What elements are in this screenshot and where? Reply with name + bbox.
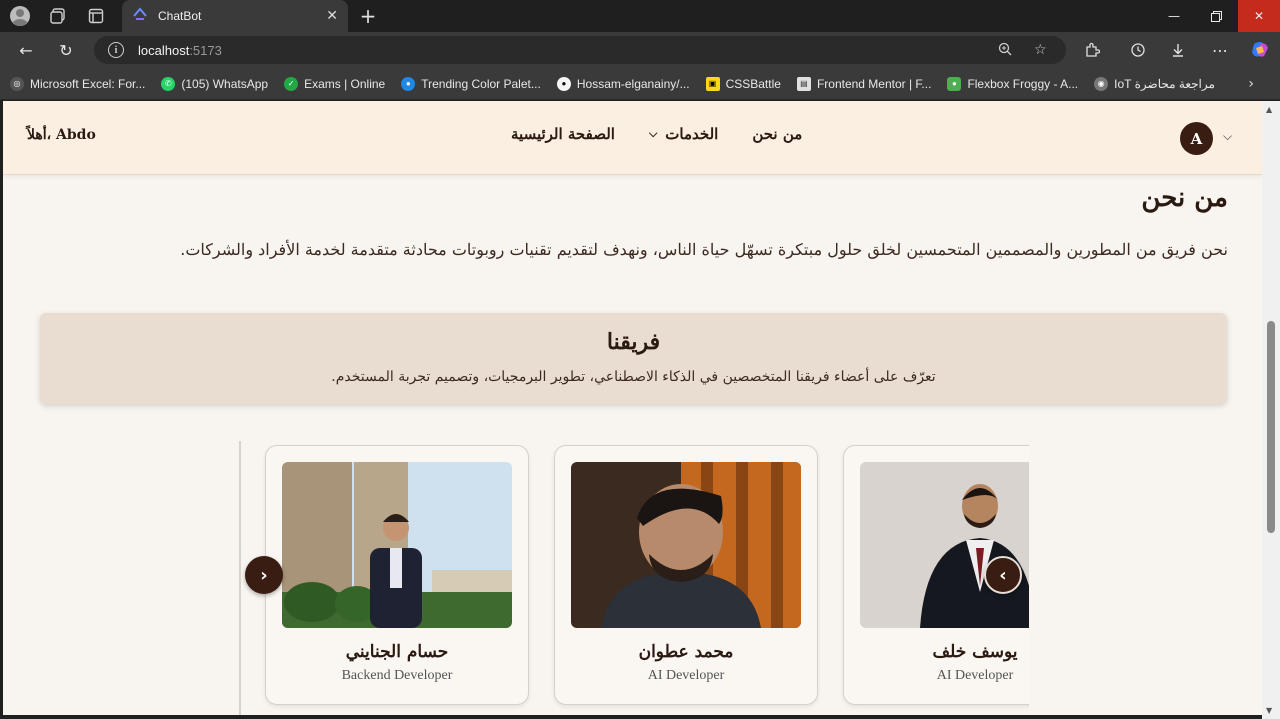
cssbattle-icon: ▣ (705, 76, 720, 91)
url-input[interactable]: i localhost :5173 ☆ (94, 36, 1066, 64)
scroll-down-icon[interactable]: ▼ (1266, 706, 1272, 715)
tab-title: ChatBot (158, 9, 202, 23)
user-greeting: أهلاً، Abdo (27, 127, 96, 143)
team-member-card[interactable]: حسام الجنايني Backend Developer (265, 445, 529, 705)
zoom-icon[interactable] (998, 42, 1012, 60)
address-bar: ← ↻ i localhost :5173 ☆ ⋯ (0, 32, 1280, 68)
more-options-icon[interactable]: ⋯ (1208, 38, 1232, 62)
member-photo (282, 462, 512, 628)
member-photo (571, 462, 801, 628)
restore-icon[interactable] (1194, 0, 1238, 32)
chevron-right-icon: › (260, 564, 268, 586)
nav-services-label: الخدمات (665, 125, 719, 143)
globe-icon: ◎ (10, 76, 24, 91)
reload-icon[interactable]: ↻ (54, 38, 78, 62)
downloads-icon[interactable] (1166, 38, 1190, 62)
document-icon: ◉ (1094, 76, 1109, 91)
team-banner: فريقنا تعرّف على أعضاء فريقنا المتخصصين … (40, 313, 1227, 404)
main-nav: من نحن الخدمات ⌵ الصفحة الرئيسية (511, 125, 802, 143)
tab-chatbot[interactable]: ChatBot ✕ (122, 0, 348, 32)
bookmarks-bar: ◎ Microsoft Excel: For... ✆ (105) WhatsApp… (0, 68, 1280, 100)
back-icon[interactable]: ← (14, 38, 38, 62)
check-icon: ✓ (284, 76, 299, 91)
workspaces-icon[interactable] (46, 4, 70, 28)
bookmark-item[interactable]: ◉ IoT مراجعة محاضرة (1094, 76, 1215, 91)
chevron-down-icon[interactable]: ⌵ (1223, 129, 1232, 144)
url-host: localhost (138, 42, 190, 58)
history-icon[interactable] (1126, 38, 1150, 62)
minimize-icon[interactable]: — (1152, 0, 1196, 32)
member-name: محمد عطوان (638, 642, 734, 662)
close-tab-icon[interactable]: ✕ (326, 8, 338, 24)
bookmark-item[interactable]: ◎ Microsoft Excel: For... (10, 76, 145, 91)
avatar[interactable]: A (1180, 122, 1213, 155)
bookmark-item[interactable]: ● Trending Color Palet... (401, 76, 541, 91)
carousel-prev-button[interactable]: ‹ (984, 556, 1022, 594)
member-role: AI Developer (647, 668, 725, 683)
team-member-card[interactable]: محمد عطوان AI Developer (554, 445, 818, 705)
window-close-icon[interactable]: ✕ (1238, 0, 1280, 32)
page-viewport: أهلاً، Abdo من نحن الخدمات ⌵ الصفحة الرئ… (3, 101, 1262, 715)
bookmark-item[interactable]: ● Flexbox Froggy - A... (947, 76, 1078, 91)
extensions-icon[interactable] (1080, 38, 1104, 62)
scroll-up-icon[interactable]: ▲ (1266, 105, 1272, 114)
favorite-star-icon[interactable]: ☆ (1034, 42, 1047, 58)
new-tab-icon[interactable]: + (356, 4, 380, 28)
page-title: من نحن (1141, 183, 1228, 213)
scrollbar-thumb[interactable] (1267, 321, 1275, 533)
bookmark-item[interactable]: ● Hossam-elganainy/... (556, 76, 690, 91)
tab-actions-icon[interactable] (84, 4, 108, 28)
github-icon: ● (556, 76, 571, 91)
member-name: يوسف خلف (932, 642, 1018, 662)
team-carousel: حسام الجنايني Backend Developer محمد عطو… (239, 441, 1029, 715)
team-title: فريقنا (606, 329, 661, 355)
carousel-next-button[interactable]: › (245, 556, 283, 594)
copilot-icon[interactable] (1248, 38, 1272, 62)
member-photo (860, 462, 1029, 628)
member-role: Backend Developer (341, 668, 453, 683)
nav-services[interactable]: الخدمات ⌵ (649, 125, 718, 143)
nav-home[interactable]: الصفحة الرئيسية (511, 125, 615, 143)
frontend-mentor-icon: ▤ (796, 76, 811, 91)
chevron-right-icon[interactable]: › (1248, 76, 1254, 92)
whatsapp-icon: ✆ (161, 76, 176, 91)
chevron-down-icon: ⌵ (648, 127, 658, 140)
chevron-left-icon: ‹ (999, 564, 1007, 586)
frog-icon: ● (947, 76, 962, 91)
profile-icon[interactable] (8, 4, 32, 28)
bookmark-item[interactable]: ▤ Frontend Mentor | F... (796, 76, 931, 91)
member-name: حسام الجنايني (345, 642, 449, 662)
about-description: نحن فريق من المطورين والمصممين المتحمسين… (180, 240, 1228, 259)
palette-icon: ● (401, 76, 416, 91)
url-port: :5173 (189, 42, 222, 58)
team-subtitle: تعرّف على أعضاء فريقنا المتخصصين في الذك… (331, 369, 936, 385)
site-info-icon[interactable]: i (108, 42, 124, 58)
nav-about[interactable]: من نحن (752, 125, 802, 143)
bookmark-item[interactable]: ✆ (105) WhatsApp (161, 76, 268, 91)
browser-tab-bar: ChatBot ✕ + — ✕ (0, 0, 1280, 32)
member-role: AI Developer (936, 668, 1014, 683)
page-scrollbar[interactable]: ▲ ▼ (1262, 101, 1280, 719)
bookmark-item[interactable]: ✓ Exams | Online (284, 76, 385, 91)
site-header: أهلاً، Abdo من نحن الخدمات ⌵ الصفحة الرئ… (3, 101, 1262, 175)
bookmark-item[interactable]: ▣ CSSBattle (705, 76, 781, 91)
chatbot-favicon-icon (132, 6, 148, 26)
